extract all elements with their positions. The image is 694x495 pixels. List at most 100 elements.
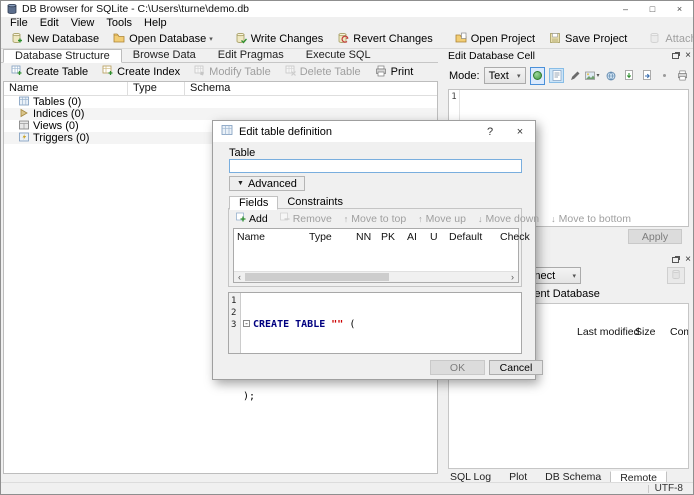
move-down-icon: ↓ bbox=[477, 213, 483, 224]
open-database-button[interactable]: Open Database ▾ bbox=[106, 31, 220, 47]
print-button[interactable]: Print bbox=[368, 65, 421, 80]
mode-value: Text bbox=[488, 69, 509, 82]
scroll-right-icon[interactable]: › bbox=[507, 272, 518, 282]
new-database-icon bbox=[11, 32, 23, 47]
ok-button[interactable]: OK bbox=[430, 360, 485, 375]
open-database-dropdown-icon[interactable]: ▾ bbox=[209, 33, 213, 47]
open-project-icon bbox=[455, 32, 467, 47]
set-null-icon[interactable] bbox=[657, 68, 672, 83]
attach-database-button[interactable]: Attach Database bbox=[642, 31, 694, 47]
tree-item-indices[interactable]: Indices (0) bbox=[4, 108, 437, 120]
menu-tools[interactable]: Tools bbox=[100, 17, 138, 30]
text-mode-icon[interactable] bbox=[549, 68, 564, 83]
move-down-button[interactable]: ↓ Move down bbox=[473, 213, 544, 225]
field-column-nn[interactable]: NN bbox=[356, 231, 371, 243]
encoding-indicator[interactable]: UTF-8 bbox=[655, 483, 683, 494]
column-header-size[interactable]: Size bbox=[635, 326, 655, 338]
field-column-default[interactable]: Default bbox=[449, 231, 482, 243]
column-header-schema[interactable]: Schema bbox=[185, 82, 437, 95]
dialog-icon bbox=[221, 124, 233, 139]
minimize-icon[interactable]: – bbox=[612, 1, 639, 17]
tab-edit-pragmas[interactable]: Edit Pragmas bbox=[207, 49, 295, 62]
mode-select[interactable]: Text ▾ bbox=[483, 67, 526, 84]
close-panel-icon[interactable]: × bbox=[685, 50, 691, 61]
move-up-label: Move up bbox=[425, 212, 466, 225]
column-header-type[interactable]: Type bbox=[128, 82, 185, 95]
scrollbar-thumb[interactable] bbox=[245, 273, 390, 281]
advanced-toggle-button[interactable]: ▼ Advanced bbox=[229, 176, 305, 191]
move-up-button[interactable]: ↑ Move up bbox=[413, 213, 471, 225]
column-header-name[interactable]: Name bbox=[4, 82, 128, 95]
create-index-button[interactable]: Create Index bbox=[95, 65, 187, 80]
add-field-button[interactable]: Add bbox=[231, 212, 273, 225]
attach-database-label: Attach Database bbox=[665, 33, 694, 45]
modify-table-button[interactable]: Modify Table bbox=[187, 65, 278, 80]
sql-preview[interactable]: 1 2 3 - CREATE TABLE "" ( ); bbox=[228, 292, 522, 402]
edit-icon[interactable] bbox=[567, 68, 582, 83]
move-to-top-button[interactable]: ↑ Move to top bbox=[339, 213, 411, 225]
cancel-button[interactable]: Cancel bbox=[489, 360, 543, 375]
status-separator bbox=[647, 484, 649, 493]
tab-fields[interactable]: Fields bbox=[229, 196, 279, 210]
image-icon[interactable]: ▾ bbox=[585, 68, 600, 83]
field-column-check[interactable]: Check bbox=[500, 231, 530, 243]
revert-changes-button[interactable]: Revert Changes bbox=[330, 31, 440, 47]
save-project-button[interactable]: Save Project bbox=[542, 31, 634, 47]
field-column-type[interactable]: Type bbox=[309, 231, 332, 243]
menu-view[interactable]: View bbox=[65, 17, 101, 30]
fold-icon[interactable]: - bbox=[243, 320, 250, 328]
print-cell-icon[interactable] bbox=[675, 68, 690, 83]
remove-field-button[interactable]: Remove bbox=[275, 212, 337, 225]
scrollbar-track[interactable] bbox=[245, 272, 507, 282]
globe-icon[interactable] bbox=[603, 68, 618, 83]
field-column-ai[interactable]: AI bbox=[407, 231, 417, 243]
field-column-u[interactable]: U bbox=[430, 231, 438, 243]
sql-line-3: ); bbox=[243, 391, 256, 402]
delete-table-label: Delete Table bbox=[299, 66, 361, 78]
tree-item-tables[interactable]: Tables (0) bbox=[4, 96, 437, 108]
tab-database-structure[interactable]: Database Structure bbox=[3, 49, 122, 63]
apply-button[interactable]: Apply bbox=[628, 229, 682, 244]
horizontal-scrollbar[interactable]: ‹ › bbox=[234, 271, 518, 282]
new-database-button[interactable]: New Database bbox=[4, 31, 106, 47]
float-panel-icon[interactable] bbox=[672, 256, 680, 263]
remove-icon bbox=[279, 212, 290, 225]
tree-item-label: Indices (0) bbox=[33, 108, 85, 120]
cell-format-icons: ▾ bbox=[549, 68, 690, 83]
create-table-label: Create Table bbox=[26, 66, 89, 78]
column-header-last-modified[interactable]: Last modified bbox=[577, 326, 639, 338]
sql-line-numbers: 1 2 3 bbox=[229, 293, 241, 353]
close-icon[interactable]: × bbox=[666, 1, 693, 17]
auto-mode-toggle[interactable] bbox=[529, 66, 545, 85]
write-changes-icon bbox=[235, 32, 247, 47]
close-panel-icon[interactable]: × bbox=[685, 254, 691, 265]
move-to-bottom-button[interactable]: ↓ Move to bottom bbox=[546, 213, 636, 225]
field-column-name[interactable]: Name bbox=[237, 231, 265, 243]
tab-execute-sql[interactable]: Execute SQL bbox=[295, 49, 382, 62]
scroll-left-icon[interactable]: ‹ bbox=[234, 272, 245, 282]
delete-table-icon bbox=[285, 65, 296, 79]
table-name-input[interactable] bbox=[229, 159, 522, 173]
float-panel-icon[interactable] bbox=[672, 52, 680, 59]
export-icon[interactable] bbox=[639, 68, 654, 83]
import-icon[interactable] bbox=[621, 68, 636, 83]
field-column-pk[interactable]: PK bbox=[381, 231, 395, 243]
create-index-label: Create Index bbox=[117, 66, 181, 78]
menu-help[interactable]: Help bbox=[138, 17, 173, 30]
write-changes-button[interactable]: Write Changes bbox=[228, 31, 331, 47]
tree-item-label: Triggers (0) bbox=[33, 132, 90, 144]
tab-browse-data[interactable]: Browse Data bbox=[122, 49, 207, 62]
open-project-button[interactable]: Open Project bbox=[448, 31, 542, 47]
fields-table[interactable]: Name Type NN PK AI U Default Check ‹ › bbox=[233, 228, 530, 283]
fields-toolbar: Add Remove ↑ Move to top ↑ Move up ↓ Mov… bbox=[231, 211, 631, 226]
delete-table-button[interactable]: Delete Table bbox=[278, 65, 368, 80]
remote-action-button[interactable] bbox=[667, 267, 685, 284]
menu-edit[interactable]: Edit bbox=[34, 17, 65, 30]
menu-file[interactable]: File bbox=[4, 17, 34, 30]
column-header-commit[interactable]: Commit bbox=[670, 326, 688, 338]
create-table-button[interactable]: Create Table bbox=[4, 65, 95, 80]
maximize-icon[interactable]: □ bbox=[639, 1, 666, 17]
help-icon[interactable]: ? bbox=[475, 121, 505, 142]
dialog-close-icon[interactable]: × bbox=[505, 121, 535, 142]
main-toolbar: New Database Open Database ▾ Write Chang… bbox=[1, 30, 693, 49]
